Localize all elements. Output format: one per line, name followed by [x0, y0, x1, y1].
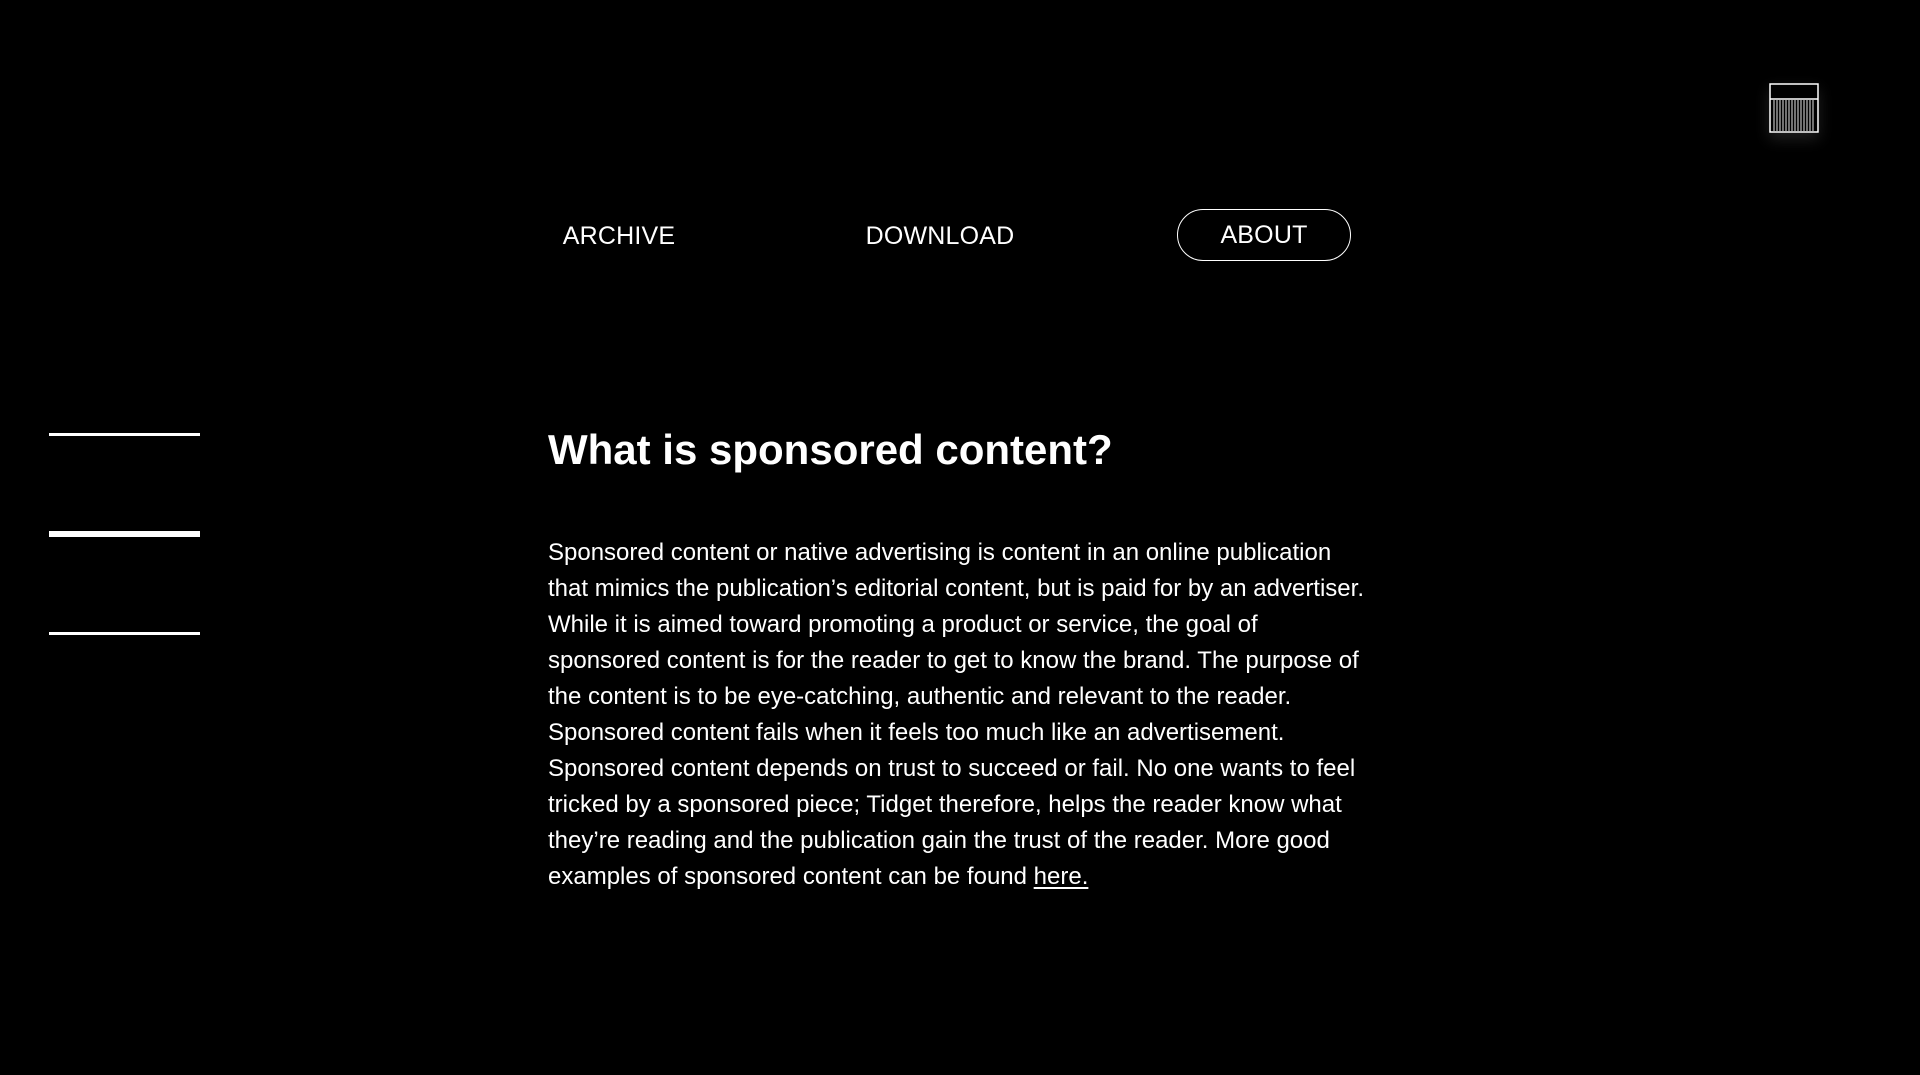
- body-line: Sponsored content or native advertising …: [548, 539, 1332, 566]
- body-line: the content is to be eye-catching, authe…: [548, 683, 1292, 710]
- article-body: Sponsored content or native advertising …: [548, 535, 1398, 895]
- nav-download-link[interactable]: DOWNLOAD: [860, 210, 1020, 262]
- body-line: tricked by a sponsored piece; Tidget the…: [548, 791, 1342, 818]
- barcode-box-icon[interactable]: [1769, 83, 1819, 133]
- body-line-last: examples of sponsored content can be fou…: [548, 859, 1398, 895]
- section-indicator-3[interactable]: [49, 632, 200, 635]
- body-line: sponsored content is for the reader to g…: [548, 647, 1359, 674]
- body-line: that mimics the publication’s editorial …: [548, 575, 1364, 602]
- section-indicator-2-active[interactable]: [49, 531, 200, 537]
- section-indicator-1[interactable]: [49, 433, 200, 436]
- page: ARCHIVE DOWNLOAD ABOUT What is sponsored…: [0, 0, 1920, 1075]
- nav-archive-link[interactable]: ARCHIVE: [548, 210, 690, 262]
- body-line: Sponsored content depends on trust to su…: [548, 755, 1356, 782]
- nav-about-link[interactable]: ABOUT: [1177, 209, 1351, 261]
- body-line: While it is aimed toward promoting a pro…: [548, 611, 1258, 638]
- article-heading: What is sponsored content?: [548, 426, 1113, 473]
- body-line-text: examples of sponsored content can be fou…: [548, 863, 1034, 890]
- body-line: Sponsored content fails when it feels to…: [548, 719, 1285, 746]
- body-line: they’re reading and the publication gain…: [548, 827, 1330, 854]
- examples-link[interactable]: here.: [1034, 863, 1089, 890]
